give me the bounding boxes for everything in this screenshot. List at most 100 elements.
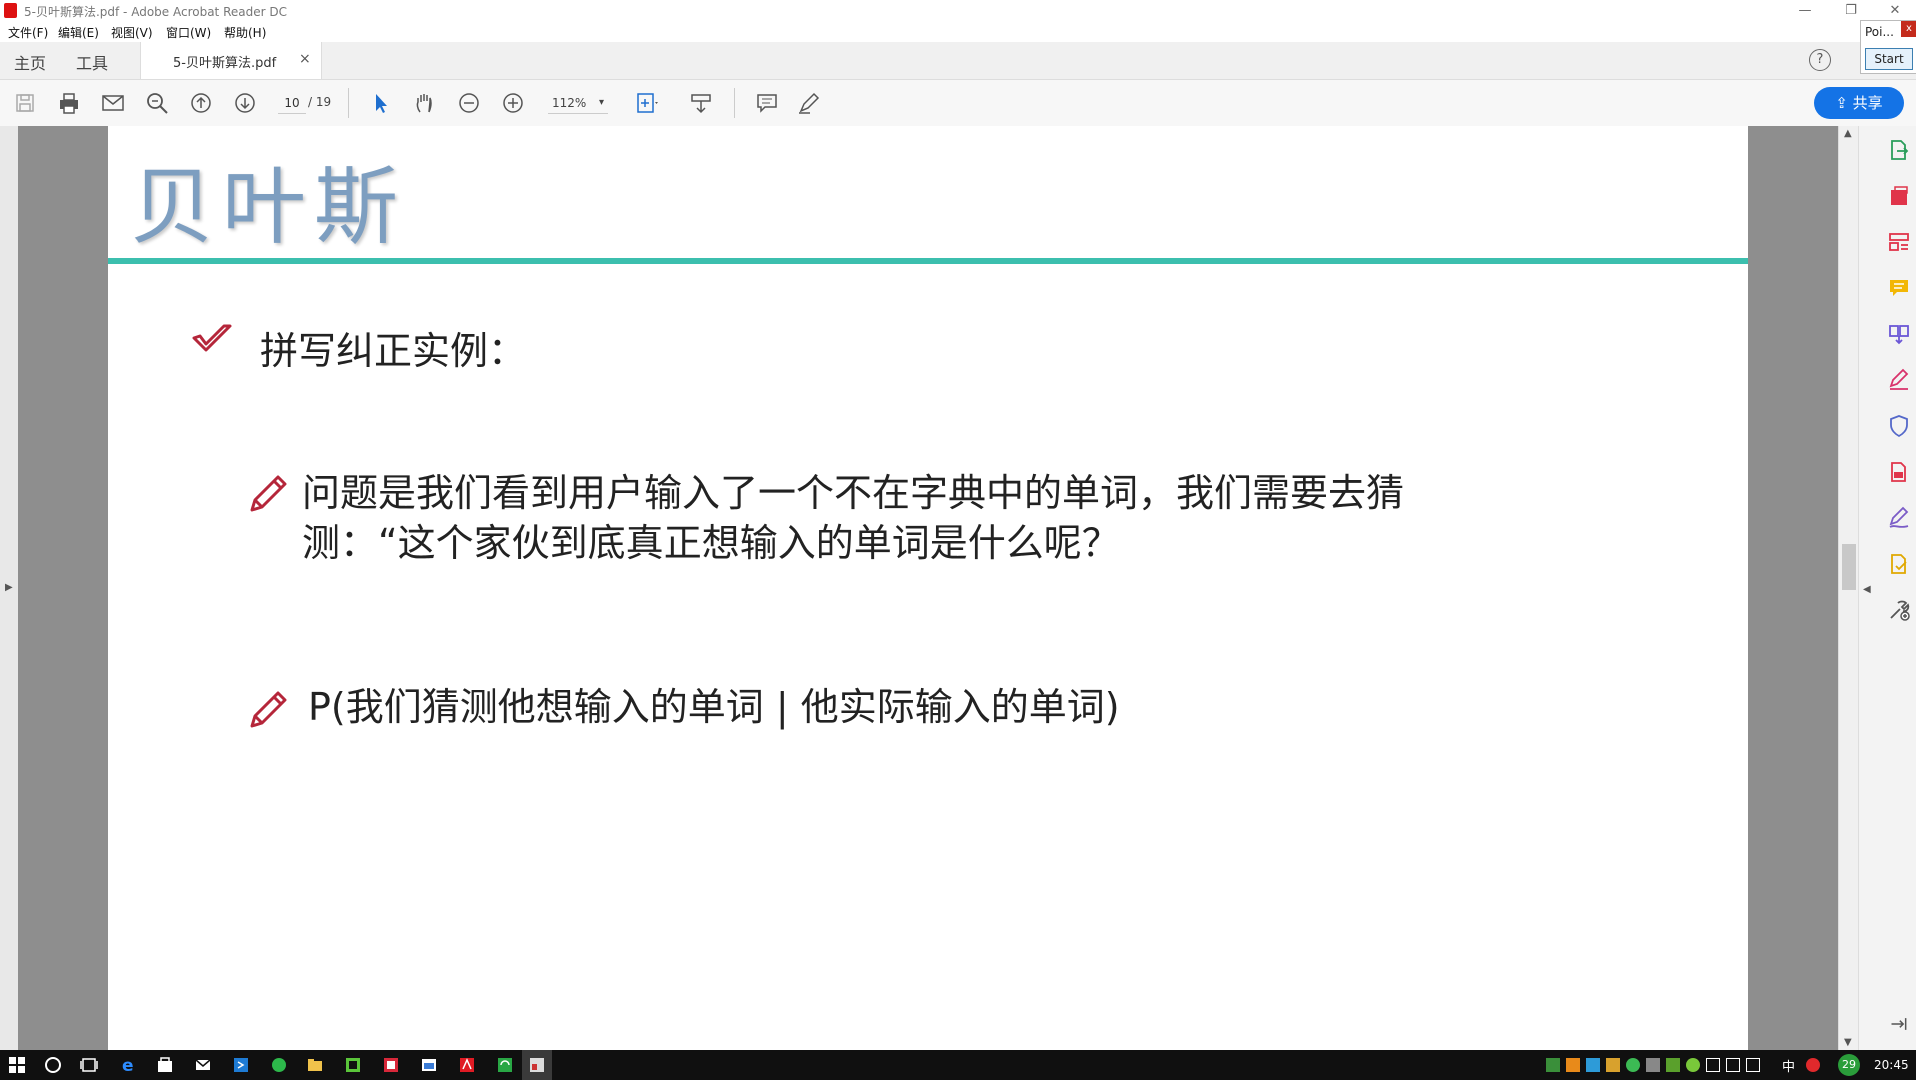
tab-tools[interactable]: 工具: [76, 50, 108, 74]
tray-yellow-icon[interactable]: [1606, 1058, 1620, 1072]
more-tools-icon[interactable]: [1887, 598, 1911, 622]
select-arrow-icon[interactable]: [368, 90, 394, 116]
title-divider: [108, 258, 1748, 264]
send-for-review-icon[interactable]: [1887, 552, 1911, 576]
edge-browser-icon[interactable]: e: [120, 1056, 138, 1076]
tray-wechat-icon[interactable]: [1626, 1058, 1640, 1072]
pencil-icon: [250, 475, 287, 512]
scroll-down-icon[interactable]: ▼: [1844, 1037, 1852, 1048]
collapse-right-pane-icon[interactable]: [1889, 1014, 1909, 1034]
notification-badge[interactable]: 29: [1838, 1054, 1860, 1076]
clock[interactable]: 20:45: [1874, 1058, 1909, 1072]
zoom-level-value: 112%: [552, 96, 587, 110]
tab-home[interactable]: 主页: [14, 50, 46, 74]
share-label: 共享: [1852, 94, 1883, 112]
print-icon[interactable]: [56, 90, 82, 116]
tray-shield-icon[interactable]: [1666, 1058, 1680, 1072]
vertical-scrollbar[interactable]: ▲ ▼: [1838, 126, 1859, 1050]
tray-network-icon[interactable]: [1706, 1058, 1720, 1072]
sign-icon[interactable]: [1887, 506, 1911, 530]
export-pdf-icon[interactable]: [1887, 138, 1911, 162]
bullet-1-line-1: 问题是我们看到用户输入了一个不在字典中的单词，我们需要去猜: [302, 471, 1405, 515]
sync-app-icon[interactable]: [496, 1056, 514, 1074]
help-icon[interactable]: ?: [1809, 49, 1831, 71]
page-down-icon[interactable]: [232, 90, 258, 116]
scroll-up-icon[interactable]: ▲: [1844, 128, 1852, 139]
zoom-out-icon[interactable]: [456, 90, 482, 116]
minimize-button[interactable]: —: [1782, 0, 1828, 22]
scroll-mode-icon[interactable]: [688, 90, 714, 116]
green-app-icon[interactable]: [344, 1056, 362, 1074]
tray-sogou-icon[interactable]: [1806, 1058, 1820, 1072]
chevron-down-icon: ▾: [598, 97, 604, 108]
tray-blue-icon[interactable]: [1586, 1058, 1600, 1072]
fill-sign-icon[interactable]: [1887, 368, 1911, 392]
expand-left-panel-icon[interactable]: ▶: [5, 582, 13, 593]
fit-page-icon[interactable]: [634, 90, 660, 116]
create-pdf-icon[interactable]: [1887, 184, 1911, 208]
zoom-level-select[interactable]: 112% ▾: [548, 93, 608, 114]
store-icon[interactable]: [156, 1056, 174, 1074]
checkmark-icon: [192, 324, 232, 352]
menu-view[interactable]: 视图(V): [111, 24, 153, 41]
tray-battery-icon[interactable]: [1746, 1058, 1760, 1072]
tab-document[interactable]: 5-贝叶斯算法.pdf ×: [140, 42, 322, 79]
comment-icon[interactable]: [754, 90, 780, 116]
share-icon: ⇪: [1835, 94, 1853, 112]
page-up-icon[interactable]: [188, 90, 214, 116]
popup-label: Poi...: [1865, 25, 1894, 39]
scrollbar-thumb[interactable]: [1842, 544, 1856, 590]
share-button[interactable]: ⇪ 共享: [1814, 87, 1904, 119]
ime-indicator[interactable]: 中: [1782, 1056, 1795, 1075]
close-window-button[interactable]: ✕: [1874, 0, 1916, 22]
comment-tool-icon[interactable]: [1887, 276, 1911, 300]
popup-close-button[interactable]: x: [1901, 21, 1916, 37]
tray-device-icon[interactable]: [1646, 1058, 1660, 1072]
organize-pages-icon[interactable]: [1887, 230, 1911, 254]
edit-pdf-icon[interactable]: [1887, 460, 1911, 484]
mail-icon[interactable]: [194, 1056, 212, 1074]
window-app-icon[interactable]: [420, 1056, 438, 1074]
file-explorer-icon[interactable]: [306, 1056, 324, 1074]
pen-icon[interactable]: [796, 90, 822, 116]
tray-plus-icon[interactable]: [1686, 1058, 1700, 1072]
tray-orange-icon[interactable]: [1566, 1058, 1580, 1072]
vscode-icon[interactable]: [232, 1056, 250, 1074]
page-number-input[interactable]: 10: [278, 93, 306, 114]
email-icon[interactable]: [100, 90, 126, 116]
task-view-icon[interactable]: [80, 1056, 98, 1074]
acrobat-taskbar-icon[interactable]: [458, 1056, 476, 1074]
start-button[interactable]: Start: [1865, 48, 1913, 70]
acrobat-app-icon: [4, 3, 17, 18]
tray-volume-icon[interactable]: [1726, 1058, 1740, 1072]
document-tab-label: 5-贝叶斯算法.pdf: [173, 56, 277, 71]
search-icon[interactable]: [44, 1056, 62, 1074]
slide-title: 贝叶斯: [130, 158, 407, 256]
bullet-1-line-2: 测：“这个家伙到底真正想输入的单词是什么呢？: [302, 521, 1120, 565]
close-tab-icon[interactable]: ×: [299, 51, 311, 67]
red-app-icon[interactable]: [382, 1056, 400, 1074]
protect-icon[interactable]: [1887, 414, 1911, 438]
save-icon[interactable]: [12, 90, 38, 116]
zoom-search-icon[interactable]: [144, 90, 170, 116]
wechat-icon[interactable]: [270, 1056, 288, 1074]
hand-icon[interactable]: [412, 90, 438, 116]
active-taskbar-item[interactable]: [522, 1050, 552, 1080]
toolbar-divider: [734, 88, 735, 118]
zoom-in-icon[interactable]: [500, 90, 526, 116]
page-total: / 19: [308, 95, 332, 109]
tray-nvidia-icon[interactable]: [1546, 1058, 1560, 1072]
menu-file[interactable]: 文件(F): [8, 24, 48, 41]
collapse-pane-icon[interactable]: ◀: [1863, 584, 1871, 595]
tab-row: 主页 工具 5-贝叶斯算法.pdf × ?: [0, 42, 1916, 80]
slide-heading: 拼写纠正实例：: [260, 329, 527, 373]
menu-help[interactable]: 帮助(H): [224, 24, 266, 41]
menu-edit[interactable]: 编辑(E): [58, 24, 99, 41]
pdf-page: 贝叶斯 拼写纠正实例： 问题是我们看到用户输入了一个不在字典中的单词，我们需要去…: [108, 126, 1748, 1050]
menu-bar: 文件(F) 编辑(E) 视图(V) 窗口(W) 帮助(H): [0, 22, 1916, 42]
menu-window[interactable]: 窗口(W): [166, 24, 211, 41]
restore-button[interactable]: ❐: [1828, 0, 1874, 22]
bullet-1-text: 问题是我们看到用户输入了一个不在字典中的单词，我们需要去猜 测：“这个家伙到底真…: [302, 468, 1404, 568]
windows-start-icon[interactable]: [8, 1056, 26, 1074]
combine-files-icon[interactable]: [1887, 322, 1911, 346]
